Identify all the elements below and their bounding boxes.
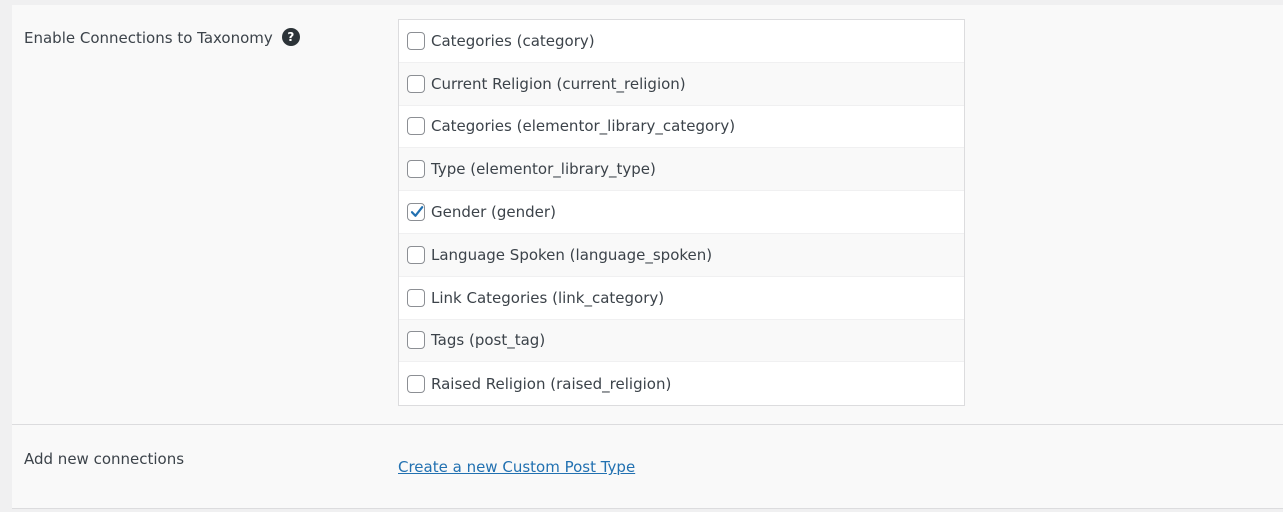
- taxonomy-item-label: Tags (post_tag): [431, 331, 546, 350]
- taxonomy-item-post-tag[interactable]: Tags (post_tag): [399, 319, 964, 363]
- taxonomy-item-label: Gender (gender): [431, 203, 556, 222]
- checkbox[interactable]: [407, 288, 425, 307]
- question-circle-icon[interactable]: ?: [281, 28, 300, 46]
- taxonomy-item-current-religion[interactable]: Current Religion (current_religion): [399, 62, 964, 106]
- taxonomy-checkbox-list: Categories (category) Current Religion (…: [398, 19, 965, 406]
- row-divider: [12, 508, 1283, 509]
- checkbox[interactable]: [407, 374, 425, 393]
- taxonomy-item-language-spoken[interactable]: Language Spoken (language_spoken): [399, 233, 964, 277]
- checkbox[interactable]: [407, 74, 425, 93]
- taxonomy-item-label: Current Religion (current_religion): [431, 74, 686, 93]
- create-custom-post-type-link[interactable]: Create a new Custom Post Type: [398, 458, 635, 476]
- checkbox[interactable]: [407, 31, 425, 50]
- connections-label-text: Add new connections: [24, 450, 185, 468]
- taxonomy-item-gender[interactable]: Gender (gender): [399, 191, 964, 234]
- taxonomy-item-elementor-library-type[interactable]: Type (elementor_library_type): [399, 148, 964, 192]
- taxonomy-item-link-category[interactable]: Link Categories (link_category): [399, 277, 964, 320]
- taxonomy-item-label: Categories (elementor_library_category): [431, 117, 736, 136]
- taxonomy-item-label: Categories (category): [431, 31, 595, 50]
- taxonomy-item-label: Type (elementor_library_type): [431, 160, 656, 179]
- taxonomy-row-label: Enable Connections to Taxonomy ?: [24, 28, 300, 48]
- checkmark-icon: [410, 206, 424, 217]
- checkbox[interactable]: [407, 160, 425, 179]
- taxonomy-item-raised-religion[interactable]: Raised Religion (raised_religion): [399, 362, 964, 405]
- checkbox[interactable]: [407, 117, 425, 136]
- taxonomy-item-label: Link Categories (link_category): [431, 288, 665, 307]
- checkbox[interactable]: [407, 245, 425, 264]
- taxonomy-label-text: Enable Connections to Taxonomy: [24, 29, 273, 47]
- taxonomy-item-label: Language Spoken (language_spoken): [431, 245, 713, 264]
- connections-row-label: Add new connections: [24, 449, 184, 469]
- checkbox-checked[interactable]: [407, 203, 425, 222]
- taxonomy-item-label: Raised Religion (raised_religion): [431, 374, 672, 393]
- row-divider: [12, 424, 1283, 425]
- taxonomy-item-category[interactable]: Categories (category): [399, 20, 964, 63]
- settings-panel: Enable Connections to Taxonomy ? Categor…: [12, 5, 1283, 509]
- taxonomy-item-elementor-library-category[interactable]: Categories (elementor_library_category): [399, 106, 964, 149]
- checkbox[interactable]: [407, 331, 425, 350]
